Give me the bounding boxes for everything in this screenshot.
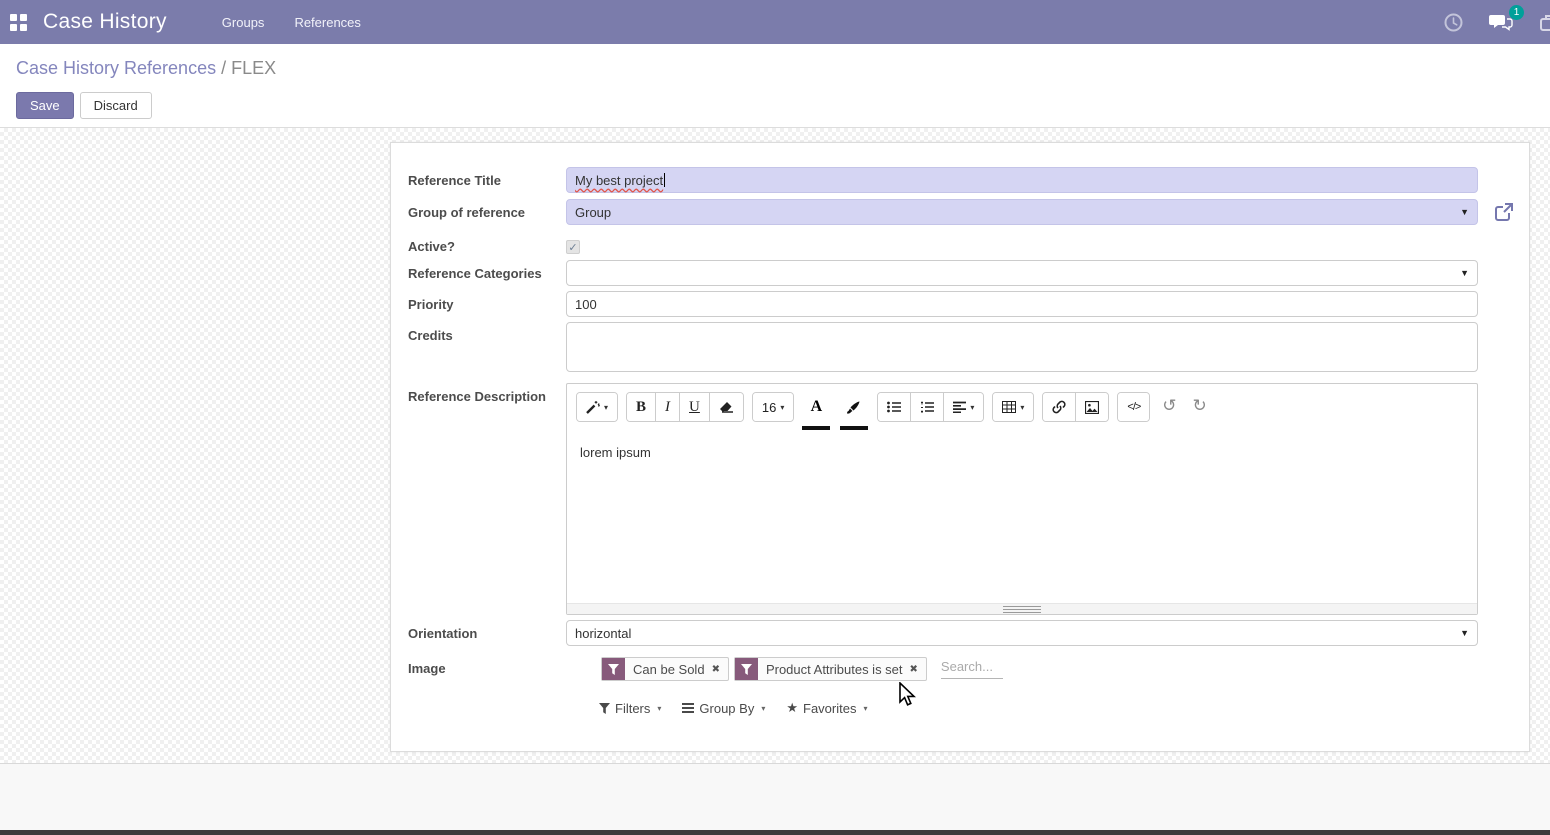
- rich-text-editor: ▾ B I U 16: [566, 383, 1478, 615]
- page-footer: [0, 763, 1550, 830]
- facet-remove-icon[interactable]: ✖: [712, 664, 720, 675]
- nav-item-groups[interactable]: Groups: [222, 15, 265, 30]
- undo-button[interactable]: ↺: [1158, 397, 1180, 414]
- active-label: Active?: [408, 236, 566, 256]
- orientation-select[interactable]: horizontal ▼: [566, 620, 1478, 646]
- caret-down-icon: ▾: [780, 403, 784, 412]
- nav-item-references[interactable]: References: [294, 15, 360, 30]
- search-facet[interactable]: Product Attributes is set ✖: [734, 657, 927, 681]
- facet-label: Can be Sold: [633, 662, 705, 677]
- filter-funnel-icon: [599, 703, 610, 714]
- bottom-strip: [0, 830, 1550, 835]
- bold-button[interactable]: B: [627, 393, 655, 421]
- facet-label: Product Attributes is set: [766, 662, 903, 677]
- highlight-color-button[interactable]: [838, 392, 869, 422]
- search-menus: Filters ▾ Group By ▾ ★ Favorites ▾: [599, 700, 1478, 716]
- star-icon: ★: [786, 700, 798, 716]
- caret-down-icon: ▾: [863, 704, 867, 713]
- form-card: Reference Title My best project Group of…: [390, 142, 1530, 752]
- reference-title-label: Reference Title: [408, 167, 566, 190]
- apps-menu-icon[interactable]: [10, 14, 27, 31]
- breadcrumb-current: FLEX: [231, 58, 276, 78]
- font-size-dropdown[interactable]: 16 ▾: [753, 393, 793, 421]
- chevron-down-icon: ▼: [1460, 207, 1469, 217]
- facet-remove-icon[interactable]: ✖: [910, 664, 918, 675]
- page-header: Case History References / FLEX Save Disc…: [0, 44, 1550, 128]
- reference-description-label: Reference Description: [408, 383, 566, 406]
- code-view-button[interactable]: </>: [1118, 393, 1149, 421]
- image-label: Image: [408, 655, 566, 678]
- filters-label: Filters: [615, 701, 650, 716]
- group-of-reference-select[interactable]: Group ▼: [566, 199, 1478, 225]
- reference-title-value: My best project: [575, 173, 663, 188]
- underline-button[interactable]: U: [679, 393, 709, 421]
- activity-clock-icon[interactable]: [1444, 13, 1463, 32]
- filter-funnel-icon: [602, 658, 625, 680]
- orientation-label: Orientation: [408, 620, 566, 643]
- reference-categories-select[interactable]: ▼: [566, 260, 1478, 286]
- group-of-reference-label: Group of reference: [408, 199, 566, 222]
- style-magic-wand-button[interactable]: ▾: [577, 393, 617, 421]
- italic-button[interactable]: I: [655, 393, 679, 421]
- messages-icon[interactable]: 1: [1489, 12, 1513, 32]
- breadcrumb-parent-link[interactable]: Case History References: [16, 58, 216, 78]
- ordered-list-button[interactable]: [910, 393, 943, 421]
- group-by-menu-button[interactable]: Group By ▾: [682, 701, 765, 716]
- table-button[interactable]: ▾: [993, 393, 1033, 421]
- chevron-down-icon: ▼: [1460, 268, 1469, 278]
- editor-toolbar: ▾ B I U 16: [567, 384, 1477, 432]
- caret-down-icon: ▾: [970, 403, 974, 412]
- external-link-icon[interactable]: [1494, 202, 1514, 227]
- eraser-button[interactable]: [709, 393, 743, 421]
- caret-down-icon: ▾: [657, 704, 661, 713]
- save-button[interactable]: Save: [16, 92, 74, 119]
- discard-button[interactable]: Discard: [80, 92, 152, 119]
- grip-icon: [1003, 606, 1041, 613]
- breadcrumb: Case History References / FLEX: [16, 58, 1534, 79]
- reference-categories-label: Reference Categories: [408, 260, 566, 283]
- chevron-down-icon: ▼: [1460, 628, 1469, 638]
- editor-resize-handle[interactable]: [567, 603, 1477, 614]
- caret-down-icon: ▾: [761, 704, 765, 713]
- group-of-reference-value: Group: [575, 205, 611, 220]
- editor-content[interactable]: lorem ipsum: [567, 432, 1477, 603]
- align-button[interactable]: ▾: [943, 393, 983, 421]
- message-count-badge: 1: [1509, 5, 1524, 20]
- font-color-indicator: [802, 426, 830, 430]
- search-bar: Can be Sold ✖ Product Attributes is set …: [601, 657, 1478, 681]
- partial-edge-icon[interactable]: [1539, 12, 1550, 32]
- insert-image-button[interactable]: [1075, 393, 1108, 421]
- text-cursor: [664, 173, 665, 187]
- insert-link-button[interactable]: [1043, 393, 1075, 421]
- top-navbar: Case History Groups References 1: [0, 0, 1550, 44]
- filter-funnel-icon: [735, 658, 758, 680]
- font-color-button[interactable]: A: [803, 392, 831, 422]
- redo-button[interactable]: ↻: [1189, 397, 1211, 414]
- highlight-color-indicator: [840, 426, 868, 430]
- breadcrumb-separator: /: [221, 58, 231, 78]
- content-area: Reference Title My best project Group of…: [0, 128, 1550, 763]
- app-title: Case History: [43, 10, 167, 34]
- unordered-list-button[interactable]: [878, 393, 910, 421]
- filters-menu-button[interactable]: Filters ▾: [599, 701, 661, 716]
- search-facet[interactable]: Can be Sold ✖: [601, 657, 729, 681]
- checkmark-icon: ✓: [568, 241, 577, 254]
- credits-textarea[interactable]: [566, 322, 1478, 372]
- orientation-value: horizontal: [575, 626, 631, 641]
- favorites-label: Favorites: [803, 701, 856, 716]
- favorites-menu-button[interactable]: ★ Favorites ▾: [786, 700, 867, 716]
- priority-input[interactable]: [566, 291, 1478, 317]
- group-by-bars-icon: [682, 703, 694, 713]
- reference-title-input[interactable]: My best project: [566, 167, 1478, 193]
- caret-down-icon: ▾: [604, 403, 608, 412]
- font-size-value: 16: [762, 400, 776, 415]
- caret-down-icon: ▾: [1020, 403, 1024, 412]
- group-by-label: Group By: [699, 701, 754, 716]
- credits-label: Credits: [408, 322, 566, 345]
- active-checkbox[interactable]: ✓: [566, 240, 580, 254]
- search-input[interactable]: Search...: [941, 659, 1003, 679]
- priority-label: Priority: [408, 291, 566, 314]
